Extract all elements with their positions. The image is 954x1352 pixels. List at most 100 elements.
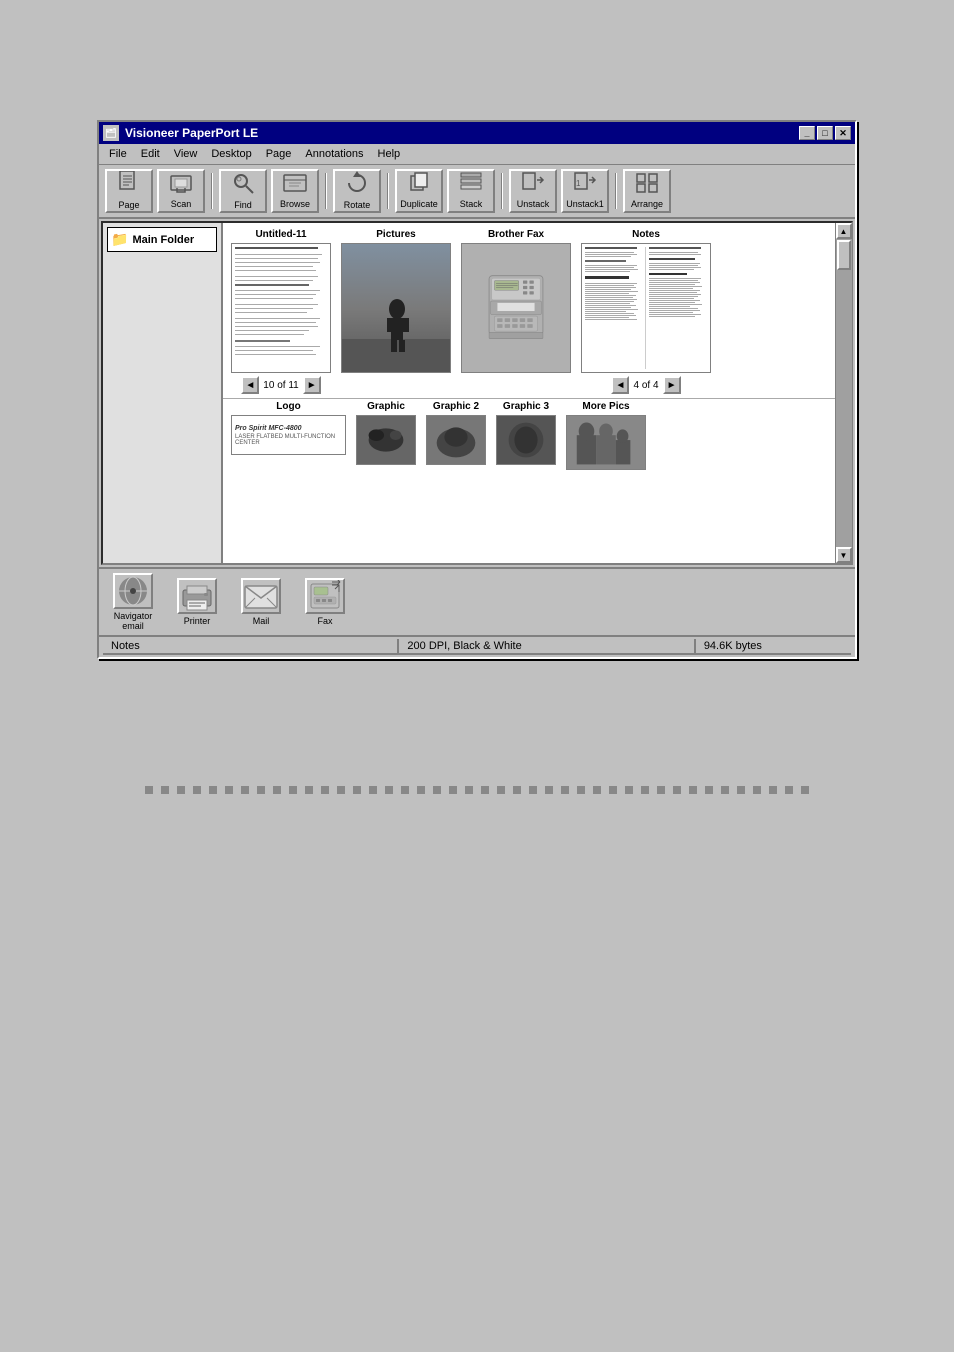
n-line	[649, 314, 701, 315]
dot	[641, 786, 649, 794]
notes-content	[582, 244, 710, 372]
untitled-nav: ◄ 10 of 11 ►	[241, 376, 320, 394]
dot	[673, 786, 681, 794]
untitled-prev-button[interactable]: ◄	[241, 376, 259, 394]
n-line	[585, 313, 634, 314]
folder-icon: 📁	[111, 231, 128, 248]
graphic2-section: Graphic 2	[426, 401, 486, 465]
rotate-label: Rotate	[344, 201, 371, 211]
scroll-thumb[interactable]	[837, 240, 851, 270]
main-folder[interactable]: 📁 Main Folder	[107, 227, 217, 252]
dot	[289, 786, 297, 794]
text-line-13	[235, 304, 318, 305]
fax-preview[interactable]	[461, 243, 571, 373]
dot	[449, 786, 457, 794]
logo-preview[interactable]: Pro Spirit MFC-4800 LASER FLATBED MULTI-…	[231, 415, 346, 455]
text-line-1	[235, 247, 318, 249]
fax-small-icon	[305, 578, 345, 614]
untitled-next-button[interactable]: ►	[303, 376, 321, 394]
dot	[689, 786, 697, 794]
dot	[497, 786, 505, 794]
graphic-thumb[interactable]	[356, 415, 416, 465]
n-line	[585, 291, 638, 292]
scroll-up-button[interactable]: ▲	[836, 223, 852, 239]
separator-1	[211, 173, 213, 209]
dot	[609, 786, 617, 794]
navigator-icon	[113, 573, 153, 609]
printer-label: Printer	[184, 616, 211, 626]
duplicate-label: Duplicate	[400, 200, 438, 210]
notes-next-button[interactable]: ►	[663, 376, 681, 394]
menu-file[interactable]: File	[103, 146, 133, 162]
unstack-button[interactable]: Unstack	[509, 169, 557, 213]
browse-button[interactable]: Browse	[271, 169, 319, 213]
status-section-2: 200 DPI, Black & White	[399, 639, 695, 655]
text-line-18	[235, 326, 318, 327]
stack-button[interactable]: Stack	[447, 169, 495, 213]
dot	[721, 786, 729, 794]
text-line-24	[235, 354, 316, 355]
page-button[interactable]: Page	[105, 169, 153, 213]
browse-icon	[283, 172, 307, 198]
duplicate-button[interactable]: Duplicate	[395, 169, 443, 213]
maximize-button[interactable]: □	[817, 126, 833, 140]
menu-edit[interactable]: Edit	[135, 146, 166, 162]
navigator-email-button[interactable]: Navigatoremail	[105, 573, 161, 631]
send-area: Navigatoremail Printer	[99, 567, 855, 635]
text-line-19	[235, 330, 309, 331]
logo-brand: Pro Spirit MFC-4800	[235, 425, 302, 432]
dot	[193, 786, 201, 794]
printer-button[interactable]: Printer	[169, 578, 225, 626]
bottom-sections: Logo Pro Spirit MFC-4800 LASER FLATBED M…	[223, 398, 835, 474]
menu-page[interactable]: Page	[260, 146, 298, 162]
dot	[737, 786, 745, 794]
fax-button[interactable]: Fax	[297, 578, 353, 626]
n-line	[649, 263, 700, 264]
n-line	[649, 280, 698, 281]
printer-svg	[179, 580, 215, 612]
dot	[145, 786, 153, 794]
status-section-3: 94.6K bytes	[696, 639, 851, 655]
n-line	[649, 252, 698, 253]
graphic2-title: Graphic 2	[433, 401, 479, 412]
minimize-button[interactable]: _	[799, 126, 815, 140]
dot	[529, 786, 537, 794]
pictures-preview[interactable]	[341, 243, 451, 373]
menu-view[interactable]: View	[168, 146, 204, 162]
rotate-button[interactable]: Rotate	[333, 169, 381, 213]
title-bar: 🗂 Visioneer PaperPort LE _ □ ✕	[99, 122, 855, 144]
dot	[465, 786, 473, 794]
dot-pattern	[20, 786, 934, 794]
menu-help[interactable]: Help	[372, 146, 407, 162]
n-line	[585, 265, 637, 266]
unstack1-button[interactable]: 1 Unstack1	[561, 169, 609, 213]
more-pics-thumb[interactable]	[566, 415, 646, 470]
graphic3-thumb[interactable]	[496, 415, 556, 465]
notes-preview[interactable]	[581, 243, 711, 373]
menu-annotations[interactable]: Annotations	[299, 146, 369, 162]
notes-col-right	[649, 247, 707, 369]
scan-button[interactable]: Scan	[157, 169, 205, 213]
untitled-preview[interactable]	[231, 243, 331, 373]
navigator-svg	[115, 575, 151, 607]
menu-desktop[interactable]: Desktop	[205, 146, 257, 162]
dot	[273, 786, 281, 794]
dot	[513, 786, 521, 794]
n-line	[585, 319, 637, 320]
notes-prev-button[interactable]: ◄	[611, 376, 629, 394]
text-line-17	[235, 322, 316, 323]
find-button[interactable]: Find	[219, 169, 267, 213]
scroll-track[interactable]	[836, 239, 852, 547]
untitled-text-lines	[235, 247, 327, 356]
pictures-title: Pictures	[376, 229, 415, 240]
arrange-button[interactable]: Arrange	[623, 169, 671, 213]
mail-icon	[241, 578, 281, 614]
mail-button[interactable]: Mail	[233, 578, 289, 626]
fax-svg	[476, 273, 556, 343]
n-line	[585, 260, 626, 262]
more-pics-title: More Pics	[582, 401, 629, 412]
scroll-down-button[interactable]: ▼	[836, 547, 852, 563]
graphic2-thumb[interactable]	[426, 415, 486, 465]
close-button[interactable]: ✕	[835, 126, 851, 140]
n-line	[585, 271, 630, 272]
